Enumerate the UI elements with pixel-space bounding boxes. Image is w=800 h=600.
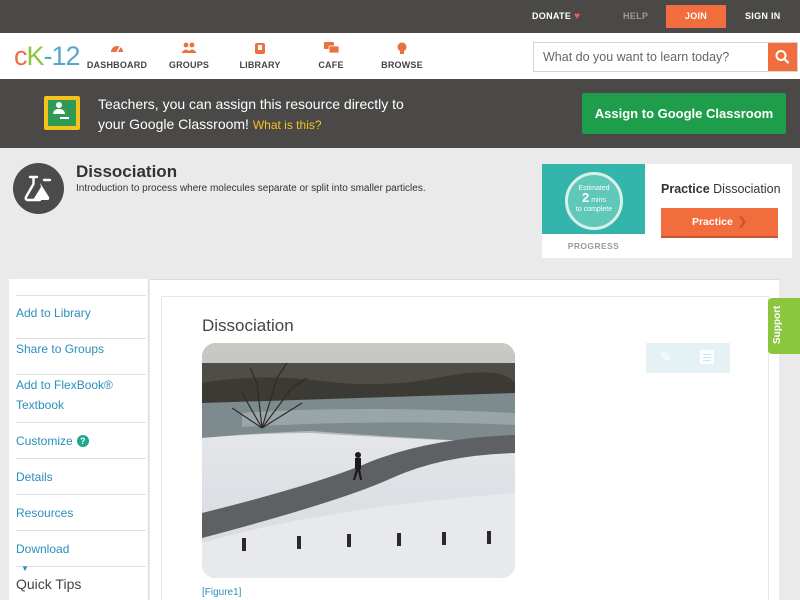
top-bar: DONATE ♥ HELP JOIN SIGN IN (0, 0, 800, 33)
google-classroom-icon (44, 96, 80, 130)
banner-line1: Teachers, you can assign this resource d… (98, 96, 404, 112)
sidebar-item-resources[interactable]: Resources (16, 503, 146, 531)
support-tab[interactable]: Support (768, 298, 800, 354)
nav-browse-label: BROWSE (381, 60, 423, 70)
logo-12: -12 (43, 41, 81, 71)
nav-library-label: LIBRARY (239, 60, 281, 70)
sidebar: Add to Library Share to Groups Add to Fl… (9, 279, 149, 600)
main-nav: cK-12 DASHBOARD GROUPS LIBRARY CAFE BROW… (0, 33, 800, 79)
figure-caption-link[interactable]: [Figure1] (202, 587, 241, 598)
search-icon (775, 50, 790, 64)
search-input[interactable] (534, 43, 768, 71)
practice-card: Estimated 2 mins to complete PROGRESS Pr… (542, 164, 792, 258)
notes-icon[interactable] (700, 350, 714, 364)
sidebar-item-customize-row: Customize? (16, 434, 89, 448)
chemistry-flask-icon (13, 163, 64, 214)
sidebar-item-download-row: Download ▼ (16, 542, 146, 579)
sidebar-item-label: Customize (16, 434, 73, 448)
assign-google-classroom-button[interactable]: Assign to Google Classroom (582, 93, 786, 134)
support-label: Support (772, 305, 783, 344)
nav-groups-label: GROUPS (168, 60, 210, 70)
practice-label-topic: Dissociation (713, 182, 781, 196)
browse-icon (367, 42, 437, 56)
sidebar-item-add-to-library[interactable]: Add to Library (16, 303, 146, 339)
banner-text: Teachers, you can assign this resource d… (98, 94, 518, 135)
article-title: Dissociation (202, 316, 294, 335)
quick-tips-heading[interactable]: Quick Tips (16, 576, 81, 592)
nav-cafe[interactable]: CAFE (296, 42, 366, 70)
dashboard-icon (82, 42, 152, 56)
nav-dashboard-label: DASHBOARD (86, 60, 148, 70)
sidebar-item-details[interactable]: Details (16, 467, 146, 495)
sidebar-item-share-to-groups[interactable]: Share to Groups (16, 339, 146, 375)
practice-label: Practice Dissociation (661, 182, 781, 196)
logo-k: K (26, 41, 45, 71)
sidebar-item-label: Download (16, 542, 70, 556)
donate-label[interactable]: DONATE (532, 11, 571, 21)
article-card: Dissociation ✎ [Figure1] (161, 296, 769, 600)
practice-button[interactable]: Practice ❯ (661, 208, 778, 238)
chevron-right-icon: ❯ (737, 216, 748, 228)
nav-browse[interactable]: BROWSE (367, 42, 437, 70)
nav-groups[interactable]: GROUPS (154, 42, 224, 70)
sidebar-item-customize[interactable]: Customize? (16, 431, 146, 459)
concept-description: Introduction to process where molecules … (76, 183, 426, 194)
sidebar-item-label: Share to Groups (16, 342, 105, 356)
join-button[interactable]: JOIN (666, 5, 726, 28)
sidebar-item-label: Details (16, 470, 53, 484)
practice-label-bold: Practice (661, 182, 710, 196)
main-content: Dissociation ✎ [Figure1] (150, 279, 779, 600)
sidebar-item-download[interactable]: Download ▼ (16, 539, 146, 573)
logo-c: c (14, 41, 27, 71)
search-box (533, 42, 798, 72)
nav-library[interactable]: LIBRARY (225, 42, 295, 70)
google-classroom-banner: Teachers, you can assign this resource d… (0, 79, 800, 148)
sign-in-link[interactable]: SIGN IN (745, 0, 781, 33)
help-question-icon[interactable]: ? (76, 435, 89, 447)
nav-dashboard[interactable]: DASHBOARD (82, 42, 152, 70)
progress-tail: to complete (575, 206, 613, 213)
progress-label: PROGRESS (567, 241, 620, 251)
progress-unit: mins (591, 197, 606, 204)
nav-cafe-label: CAFE (318, 60, 344, 70)
sidebar-item-add-to-flexbook[interactable]: Add to FlexBook® Textbook (16, 375, 146, 423)
practice-button-label: Practice (691, 216, 733, 228)
snowy-landscape-photo (202, 343, 515, 578)
help-link[interactable]: HELP (623, 0, 648, 33)
groups-icon (154, 42, 224, 56)
sidebar-item-label: Resources (16, 506, 74, 520)
library-icon (225, 42, 295, 56)
sidebar-item-label: Add to FlexBook® Textbook (16, 378, 113, 412)
cafe-icon (296, 42, 366, 56)
donate-link[interactable]: DONATE ♥ (532, 0, 580, 33)
progress-badge: Estimated 2 mins to complete (542, 164, 645, 234)
search-button[interactable] (768, 43, 797, 71)
what-is-this-link[interactable]: What is this? (253, 118, 322, 132)
annotation-tools: ✎ (646, 343, 730, 373)
pencil-icon[interactable]: ✎ (660, 349, 672, 366)
banner-line2: your Google Classroom! (98, 116, 249, 132)
concept-title: Dissociation (76, 162, 178, 181)
progress-timer-circle: Estimated 2 mins to complete (565, 172, 623, 230)
figure-image (202, 343, 515, 578)
sidebar-item-label: Add to Library (16, 306, 91, 320)
heart-icon: ♥ (574, 11, 581, 22)
progress-value: 2 (582, 190, 590, 205)
ck12-logo[interactable]: cK-12 (14, 41, 81, 72)
